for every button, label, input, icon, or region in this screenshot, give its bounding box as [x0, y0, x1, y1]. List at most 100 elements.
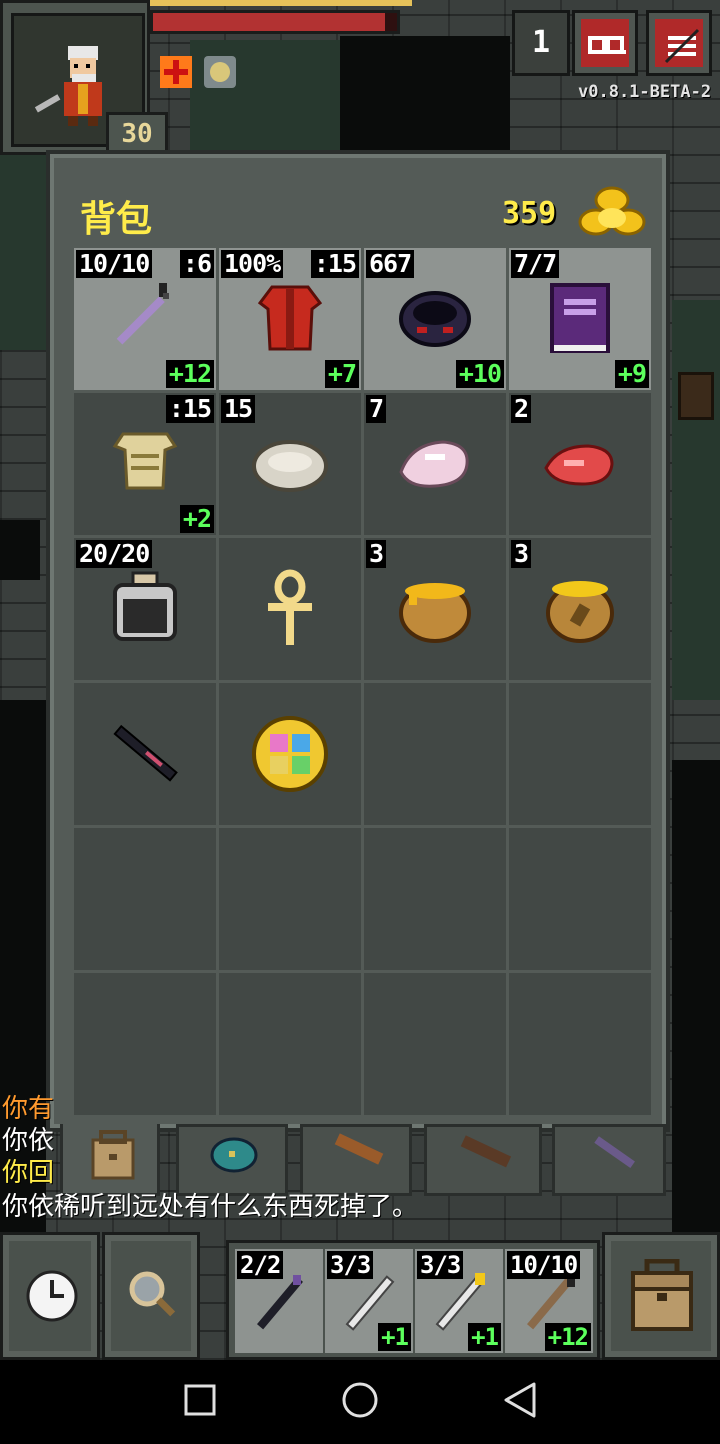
version-label: v0.8.1-BETA-2 [578, 82, 712, 102]
staff-icon [116, 283, 169, 345]
quickslot-charges: 10/10 [507, 1251, 581, 1279]
clock-icon [26, 1270, 78, 1322]
wand-holster-tab-icon [594, 1136, 635, 1169]
inventory-slot[interactable]: 15 [219, 393, 361, 535]
quickslot-charges: 3/3 [417, 1251, 464, 1279]
log-line-3: 你回 [2, 1158, 55, 1188]
inventory-slot[interactable]: 7/7 +9 [509, 248, 651, 390]
gem-amulet-icon [252, 716, 328, 792]
quickslot-upgrade-level: +1 [378, 1323, 411, 1351]
quickslot[interactable]: 3/3 +1 [325, 1249, 413, 1353]
back-button[interactable] [504, 1382, 536, 1418]
inventory-slot[interactable]: :15 +2 [74, 393, 216, 535]
inventory-slot[interactable]: 20/20 [74, 538, 216, 680]
inventory-slot[interactable] [74, 683, 216, 825]
inventory-slot[interactable]: 667 +10 [364, 248, 506, 390]
inventory-slot[interactable]: 2 [509, 393, 651, 535]
inventory-button[interactable] [602, 1232, 720, 1360]
inventory-slot-empty[interactable] [364, 683, 506, 825]
slot-quantity: 667 [366, 250, 415, 278]
inventory-slot-empty[interactable] [364, 828, 506, 970]
inventory-slot-empty[interactable] [509, 683, 651, 825]
inventory-slot[interactable]: 10/10:6 +12 [74, 248, 216, 390]
android-nav-bar [0, 1360, 720, 1440]
dark-bracelet-icon [399, 291, 471, 347]
slot-strength-requirement: :15 [310, 250, 359, 278]
seed-pouch-icon [546, 581, 614, 643]
backpack-tab-icon [91, 1130, 135, 1180]
inventory-slot[interactable]: 7 [364, 393, 506, 535]
inventory-slot[interactable]: 3 [364, 538, 506, 680]
slot-upgrade-level: +12 [165, 360, 214, 388]
slot-quantity: 100% [221, 250, 284, 278]
backpack-icon [631, 1259, 693, 1331]
inventory-slot[interactable] [219, 683, 361, 825]
home-button[interactable] [342, 1382, 378, 1418]
slot-quantity: 15 [221, 395, 256, 423]
spellbook-icon [550, 283, 610, 353]
honey-pot-icon [399, 583, 471, 643]
slot-quantity: 3 [511, 540, 532, 568]
inventory-slot-empty[interactable] [509, 828, 651, 970]
gold-pile-icon [578, 186, 646, 236]
recents-button[interactable] [184, 1384, 216, 1416]
journal-button[interactable] [572, 10, 638, 76]
healing-buff-icon [160, 56, 192, 88]
dew-vial-icon [113, 571, 177, 641]
seed-pouch-tab[interactable] [176, 1124, 288, 1196]
inventory-slot-empty[interactable] [364, 973, 506, 1115]
slot-upgrade-level: +2 [179, 505, 214, 533]
inventory-slot[interactable]: 100% :15 +7 [219, 248, 361, 390]
depth-indicator[interactable]: 1 [512, 10, 570, 76]
game-viewport[interactable]: 30 1 v0.8.1-BETA-2 背包 359 10/10:6 +12 100%… [0, 0, 720, 1360]
dark-wand-icon [113, 724, 178, 782]
slot-quantity: 7 [366, 395, 387, 423]
quickslot-charges: 2/2 [237, 1251, 284, 1279]
search-journal-icon [588, 36, 626, 54]
backpack-tab[interactable] [60, 1124, 160, 1196]
cloth-armor-icon [112, 432, 178, 490]
red-robe-icon [257, 285, 323, 351]
slot-upgrade-level: +7 [324, 360, 359, 388]
log-line-2: 你依 [2, 1126, 55, 1156]
experience-bar [150, 0, 412, 6]
slot-upgrade-level: +9 [614, 360, 649, 388]
scroll-holder-tab[interactable] [300, 1124, 412, 1196]
inventory-slot-empty[interactable] [219, 828, 361, 970]
door-icon [678, 372, 714, 420]
quickslot[interactable]: 10/10 +12 [505, 1249, 593, 1353]
scroll-holder-tab-icon [334, 1133, 384, 1165]
quickslot-bar: 2/2 3/3 +1 3/3 +1 10/10 +12 [226, 1240, 600, 1360]
wait-button[interactable] [0, 1232, 100, 1360]
slot-quantity: 20/20 [76, 540, 153, 568]
quickslot[interactable]: 2/2 [235, 1249, 323, 1353]
inventory-grid: 10/10:6 +12 100%:15 +7 667 +10 7/7 +9:15 +2 15 7 2 2… [74, 248, 652, 1118]
backpack-window: 背包 359 10/10:6 +12 100%:15 +7 667 +10 7/7 +9:15… [46, 150, 670, 1132]
menu-button[interactable] [646, 10, 712, 76]
slot-upgrade-level: +10 [455, 360, 504, 388]
inventory-slot[interactable]: 3 [509, 538, 651, 680]
ankh-icon [268, 569, 312, 645]
pink-meat-icon [399, 440, 469, 488]
log-line-1: 你有 [2, 1094, 55, 1124]
health-bar [150, 10, 400, 34]
slot-quantity: 2 [511, 395, 532, 423]
inventory-slot-empty[interactable] [74, 828, 216, 970]
seed-pouch-tab-icon [210, 1137, 258, 1173]
gold-count: 359 [502, 196, 557, 231]
inventory-slot-empty[interactable] [74, 973, 216, 1115]
quickslot-upgrade-level: +1 [468, 1323, 501, 1351]
slot-strength-requirement: :6 [179, 250, 214, 278]
wand-holster-tab[interactable] [552, 1124, 666, 1196]
inventory-slot-empty[interactable] [219, 973, 361, 1115]
search-button[interactable] [102, 1232, 200, 1360]
raw-meat-icon [544, 444, 614, 486]
potion-bandolier-tab[interactable] [424, 1124, 542, 1196]
quickslot-upgrade-level: +12 [544, 1323, 591, 1351]
quickslot[interactable]: 3/3 +1 [415, 1249, 503, 1353]
quickslot-charges: 3/3 [327, 1251, 374, 1279]
menu-icon [664, 28, 700, 64]
inventory-slot-empty[interactable] [509, 973, 651, 1115]
inventory-slot[interactable] [219, 538, 361, 680]
slot-quantity: 7/7 [511, 250, 560, 278]
